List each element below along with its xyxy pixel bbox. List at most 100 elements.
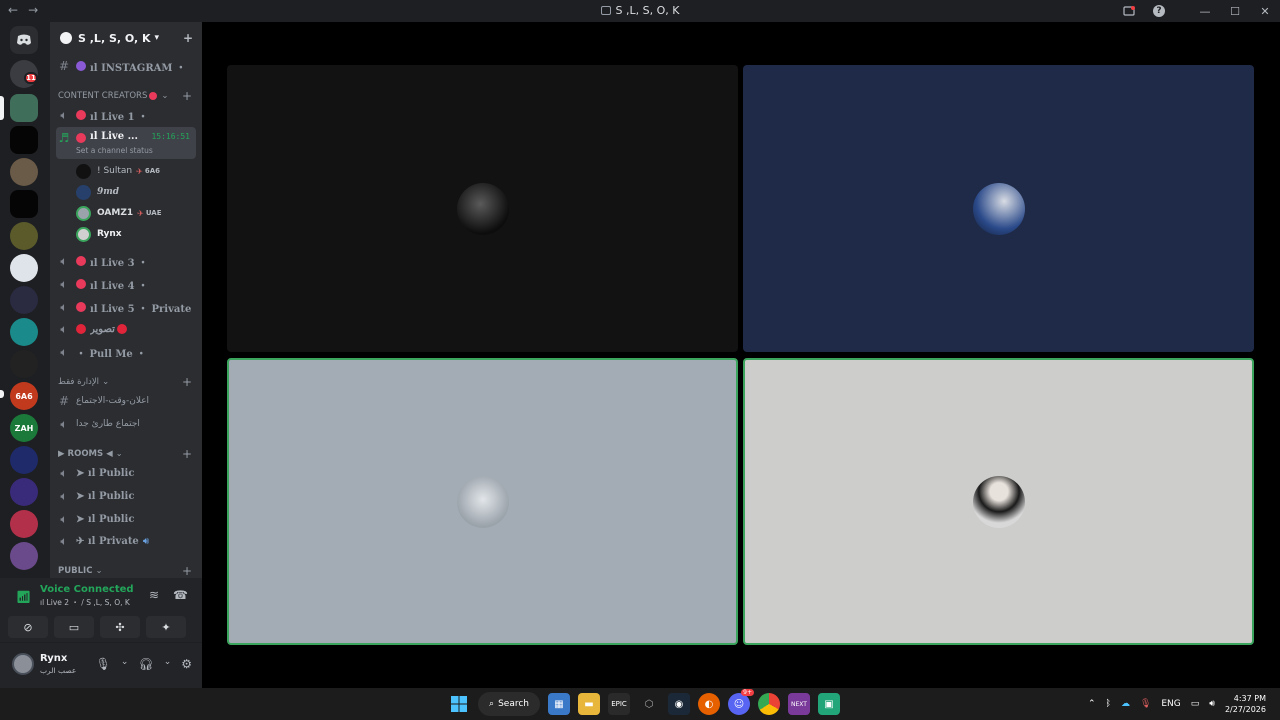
category-rooms[interactable]: ▶ ROOMS ◀ ⌄ + (58, 446, 192, 462)
channel-live5[interactable]: 🔈︎ ıl Live 5 ・ Private (56, 296, 196, 318)
volume-icon[interactable]: 🔊︎ (1209, 699, 1215, 709)
server-icon[interactable] (10, 126, 38, 154)
discord-icon[interactable]: ☺ 9+ (728, 689, 754, 715)
user-avatar[interactable] (12, 653, 34, 675)
channel-urgent-meeting[interactable]: 🔈︎ اجتماع طارئ جدا (56, 413, 196, 435)
chrome-icon[interactable] (758, 693, 780, 715)
store-icon[interactable]: ▦ (548, 693, 570, 715)
server-icon[interactable] (10, 446, 38, 474)
discord-home-icon[interactable] (10, 26, 38, 54)
username[interactable]: Rynx (40, 653, 67, 664)
add-channel-icon[interactable]: + (182, 375, 192, 389)
disconnect-icon[interactable]: ☎ (173, 588, 188, 602)
channel-public[interactable]: 🔈︎ ➤ ıl Public (56, 508, 196, 530)
next-app-icon[interactable]: NEXT (788, 693, 810, 715)
chevron-down-icon[interactable]: ⌄ (121, 657, 129, 671)
voice-stage (202, 22, 1280, 688)
participant-tile[interactable] (227, 65, 738, 352)
window-title: S ,L, S, O, K (0, 4, 1280, 17)
add-member-icon[interactable]: + (183, 31, 193, 45)
participant-tile-speaking[interactable] (227, 358, 738, 645)
server-gear-icon (60, 32, 72, 44)
app-icon[interactable]: ▣ (818, 693, 840, 715)
server-icon[interactable] (10, 158, 38, 186)
steam-icon[interactable]: ◉ (668, 693, 690, 715)
category-content-creators[interactable]: CONTENT CREATORS ⌄ + (58, 88, 192, 104)
chevron-down-icon[interactable]: ⌄ (164, 657, 172, 671)
camera-off-button[interactable]: ⊘ (8, 616, 48, 638)
headphones-icon[interactable]: 🎧︎ (138, 657, 153, 671)
channel-pull-me[interactable]: 🔈︎ ・ Pull Me ・ (56, 341, 196, 363)
channel-live4[interactable]: 🔈︎ ıl Live 4 ・ (56, 273, 196, 295)
server-icon[interactable] (10, 542, 38, 570)
channel-instagram[interactable]: # ıl INSTAGRAM ・ (56, 55, 196, 77)
add-channel-icon[interactable]: + (182, 89, 192, 103)
display-icon[interactable]: ▭ (1191, 699, 1200, 709)
channel-sidebar: S ,L, S, O, K ▾ + # ıl INSTAGRAM ・ CONTE… (50, 22, 202, 578)
server-icon[interactable] (10, 318, 38, 346)
onedrive-icon[interactable]: ☁ (1121, 699, 1130, 709)
start-button[interactable] (448, 693, 470, 715)
voice-status[interactable]: Voice Connected (40, 584, 134, 595)
activities-button[interactable]: ✣ (100, 616, 140, 638)
language-indicator[interactable]: ENG (1161, 699, 1180, 709)
channel-live1[interactable]: 🔈︎ ıl Live 1 ・ (56, 104, 196, 126)
bluetooth-icon[interactable]: ᛒ (1106, 699, 1111, 709)
channel-private[interactable]: 🔈︎ ✈ ıl Private 🔊︎ (56, 530, 196, 552)
server-icon-6a6[interactable]: 6A6 (10, 382, 38, 410)
search-button[interactable]: ⌕ Search (478, 692, 540, 716)
participant-tile-speaking[interactable] (743, 358, 1254, 645)
add-channel-icon[interactable]: + (182, 564, 192, 578)
voice-user[interactable]: ! Sultan ✈ 6A6 (76, 161, 196, 181)
channel-meeting-announce[interactable]: # اعلان-وقت-الاجتماع (56, 390, 196, 412)
show-hidden-icons-icon[interactable]: ⌃ (1088, 699, 1096, 709)
voice-user[interactable]: OAMZ1 ✈ UAE (76, 203, 196, 223)
category-admin[interactable]: الإدارة فقط ⌄ + (58, 374, 192, 390)
settings-gear-icon[interactable]: ⚙ (181, 657, 192, 671)
clock-date: 2/27/2026 (1224, 705, 1266, 714)
file-explorer-icon[interactable]: ▬ (578, 693, 600, 715)
server-icon-zah[interactable]: ZAH (10, 414, 38, 442)
server-icon[interactable] (10, 222, 38, 250)
soundboard-button[interactable]: ✦ (146, 616, 186, 638)
category-public[interactable]: PUBLIC ⌄ + (58, 563, 192, 578)
voice-location[interactable]: ıl Live 2 ・ / S ,L, S, O, K (40, 597, 130, 608)
server-icon[interactable] (10, 478, 38, 506)
maximize-button[interactable]: ☐ (1220, 0, 1250, 22)
server-name: S ,L, S, O, K (78, 31, 151, 45)
epic-games-icon[interactable]: EPIC (608, 693, 630, 715)
voice-user[interactable]: Rynx (76, 224, 196, 244)
voice-connected-panel: 📶︎ Voice Connected ıl Live 2 ・ / S ,L, S… (0, 578, 202, 642)
server-icon[interactable] (10, 510, 38, 538)
unity-icon[interactable]: ⬡ (638, 693, 660, 715)
server-icon[interactable] (10, 254, 38, 282)
channel-photography[interactable]: 🔈︎ تصوير (56, 318, 196, 340)
participant-tile[interactable] (743, 65, 1254, 352)
microphone-icon[interactable]: 🎙︎ (96, 657, 111, 671)
server-icon[interactable] (10, 286, 38, 314)
server-icon[interactable] (10, 350, 38, 378)
clock[interactable]: 4:37 PM 2/27/2026 (1225, 693, 1266, 715)
hash-icon: # (58, 394, 70, 408)
help-icon[interactable]: ? (1144, 0, 1174, 22)
chevron-down-icon: ▾ (154, 33, 160, 43)
channel-status[interactable]: Set a channel status (76, 146, 153, 155)
voice-user[interactable]: 9md (76, 182, 196, 202)
noise-suppression-icon[interactable]: ≋ (149, 588, 159, 602)
microphone-icon[interactable]: 🎙︎ (1140, 699, 1151, 709)
inbox-icon[interactable] (1114, 0, 1144, 22)
server-header[interactable]: S ,L, S, O, K ▾ + (50, 22, 202, 54)
channel-public[interactable]: 🔈︎ ➤ ıl Public (56, 462, 196, 484)
firefox-icon[interactable]: ◐ (698, 693, 720, 715)
channel-public[interactable]: 🔈︎ ➤ ıl Public (56, 485, 196, 507)
avatar (76, 205, 91, 221)
channel-live3[interactable]: 🔈︎ ıl Live 3 ・ (56, 250, 196, 272)
screen-share-button[interactable]: ▭ (54, 616, 94, 638)
add-channel-icon[interactable]: + (182, 447, 192, 461)
channel-live2[interactable]: ♬ ıl Live ... 15:16:51 Set a channel sta… (56, 127, 196, 159)
server-icon-active[interactable] (10, 94, 38, 122)
close-button[interactable]: ✕ (1250, 0, 1280, 22)
server-icon[interactable] (10, 190, 38, 218)
minimize-button[interactable]: — (1190, 0, 1220, 22)
speaker-icon: 🔈︎ (60, 299, 68, 314)
